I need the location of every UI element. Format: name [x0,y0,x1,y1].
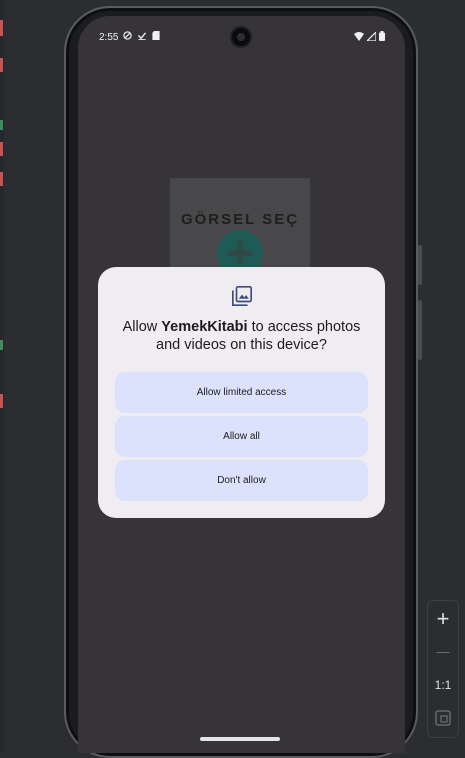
gutter-marker [0,20,3,36]
zoom-out-button[interactable]: — [428,641,458,663]
status-system-icons [354,31,385,41]
gesture-nav-handle[interactable] [200,737,280,741]
status-notification-icons [123,31,160,40]
allow-all-button[interactable]: Allow all [115,416,368,457]
zoom-in-button[interactable]: + [428,605,458,633]
device-screen: 2:55 GÖRSEL SEÇ Allow YemekKitabi to acc… [78,16,405,753]
dont-allow-button[interactable]: Don't allow [115,460,368,501]
permission-dialog: Allow YemekKitabi to access photos and v… [98,267,385,518]
dialog-app-name: YemekKitabi [161,319,248,335]
gutter-marker [0,58,3,72]
allow-limited-access-button[interactable]: Allow limited access [115,372,368,413]
fit-screen-button[interactable] [428,707,458,729]
dialog-title: Allow YemekKitabi to access photos and v… [112,318,371,354]
fit-screen-icon [435,710,451,726]
dialog-title-prefix: Allow [122,319,162,335]
emulator-zoom-toolbar: + — 1:1 [427,600,459,738]
power-button [418,300,422,360]
status-time: 2:55 [99,32,119,43]
battery-icon [379,31,385,41]
gutter-marker [0,142,3,156]
front-camera [230,26,252,48]
editor-gutter [0,0,4,753]
actual-size-button[interactable]: 1:1 [428,675,458,695]
gutter-marker [0,394,3,408]
do-not-disturb-icon [123,31,132,40]
sd-card-icon [152,31,160,40]
photo-library-icon [232,286,252,306]
gutter-marker [0,340,3,350]
zoom-in-icon: + [436,606,450,631]
gutter-marker [0,120,3,130]
signal-icon [367,31,376,41]
zoom-out-icon: — [436,644,450,659]
wifi-icon [354,31,364,41]
image-picker-caption: GÖRSEL SEÇ [180,211,300,228]
volume-button [418,245,422,285]
download-done-icon [137,32,147,40]
status-bar: 2:55 [78,16,405,56]
gutter-marker [0,172,3,186]
